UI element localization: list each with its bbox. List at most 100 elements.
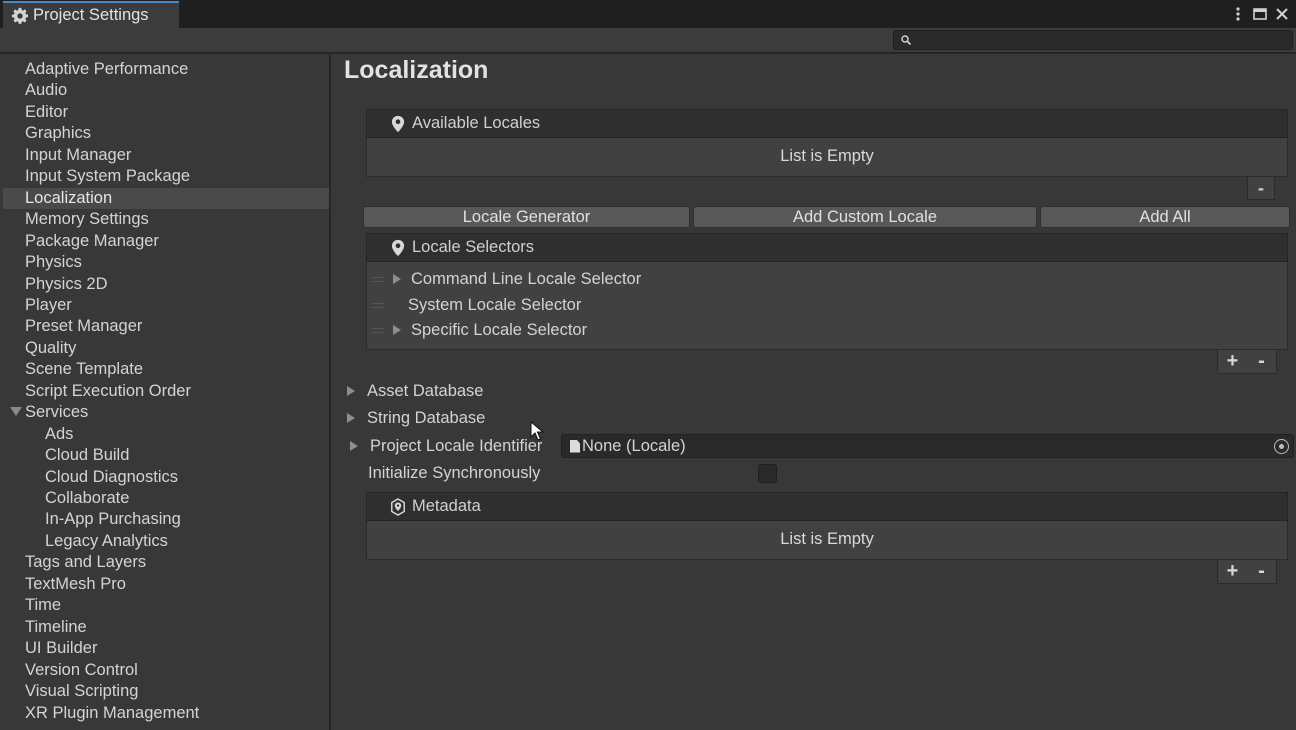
mouse-cursor-icon	[530, 421, 544, 441]
search-input[interactable]	[893, 30, 1293, 50]
sidebar-item-audio[interactable]: Audio	[3, 80, 329, 101]
sidebar-item-package-manager[interactable]: Package Manager	[3, 231, 329, 252]
sidebar-item-editor[interactable]: Editor	[3, 102, 329, 123]
sidebar-item-label: Cloud Build	[45, 446, 130, 465]
settings-sidebar: Adaptive Performance Audio Editor Graphics I…	[0, 54, 330, 730]
project-locale-identifier-foldout[interactable]: Project Locale Identifier	[350, 434, 542, 458]
minus-icon: -	[1258, 177, 1264, 198]
sidebar-item-services[interactable]: Services	[3, 402, 329, 423]
locale-selectors-footer: + -	[1217, 350, 1277, 374]
sidebar-item-ads[interactable]: Ads	[3, 424, 329, 445]
locale-generator-button[interactable]: Locale Generator	[363, 206, 690, 228]
page-title: Localization	[344, 56, 489, 84]
list-item[interactable]: Specific Locale Selector	[367, 318, 1287, 342]
sidebar-item-physics-2d[interactable]: Physics 2D	[3, 274, 329, 295]
sidebar-item-memory-settings[interactable]: Memory Settings	[3, 209, 329, 230]
selector-label: System Locale Selector	[408, 295, 582, 314]
sidebar-item-label: Services	[25, 403, 89, 422]
metadata-tag-icon	[391, 497, 405, 516]
sidebar-item-label: Input System Package	[25, 167, 191, 186]
sidebar-item-label: TextMesh Pro	[25, 574, 126, 593]
metadata-header: Metadata	[366, 492, 1288, 521]
remove-metadata-button[interactable]: -	[1247, 560, 1276, 583]
tab-project-settings[interactable]: Project Settings	[3, 1, 179, 28]
sidebar-item-label: Legacy Analytics	[45, 531, 168, 550]
locale-selectors-label: Locale Selectors	[412, 238, 534, 256]
sidebar-item-time[interactable]: Time	[3, 595, 329, 616]
search-icon	[901, 35, 912, 46]
initialize-synchronously-checkbox[interactable]	[758, 464, 777, 483]
location-pin-icon	[391, 115, 405, 132]
sidebar-item-physics[interactable]: Physics	[3, 252, 329, 273]
location-pin-icon	[391, 239, 405, 256]
expand-arrow-icon	[347, 386, 355, 396]
sidebar-item-player[interactable]: Player	[3, 295, 329, 316]
maximize-icon[interactable]	[1252, 5, 1268, 23]
sidebar-item-in-app-purchasing[interactable]: In-App Purchasing	[3, 509, 329, 530]
expand-arrow-icon[interactable]	[10, 407, 22, 417]
sidebar-item-label: Player	[25, 295, 72, 314]
window-controls	[1230, 3, 1290, 25]
add-metadata-button[interactable]: +	[1218, 560, 1247, 583]
sidebar-item-ui-builder[interactable]: UI Builder	[3, 638, 329, 659]
gear-icon	[11, 7, 29, 24]
sidebar-item-label: Tags and Layers	[25, 553, 147, 572]
expand-arrow-icon[interactable]	[393, 274, 401, 284]
sidebar-item-collaborate[interactable]: Collaborate	[3, 488, 329, 509]
sidebar-item-label: XR Plugin Management	[25, 703, 200, 722]
metadata-footer: + -	[1217, 560, 1277, 584]
remove-locale-button[interactable]: -	[1247, 177, 1275, 200]
sidebar-item-label: Time	[25, 596, 62, 615]
metadata-list: List is Empty	[366, 521, 1288, 560]
sidebar-item-input-manager[interactable]: Input Manager	[3, 145, 329, 166]
sidebar-item-preset-manager[interactable]: Preset Manager	[3, 316, 329, 337]
asset-database-foldout[interactable]: Asset Database	[347, 379, 483, 403]
sidebar-item-xr-plugin-management[interactable]: XR Plugin Management	[3, 703, 329, 724]
add-selector-button[interactable]: +	[1218, 350, 1247, 373]
sidebar-item-tags-and-layers[interactable]: Tags and Layers	[3, 552, 329, 573]
drag-handle-icon[interactable]	[372, 277, 384, 282]
project-locale-identifier-field[interactable]: None (Locale)	[561, 434, 1294, 458]
sidebar-item-cloud-diagnostics[interactable]: Cloud Diagnostics	[3, 467, 329, 488]
tab-title: Project Settings	[33, 6, 149, 24]
sidebar-item-label: Physics 2D	[25, 274, 108, 293]
list-item[interactable]: Command Line Locale Selector	[367, 267, 1287, 291]
sidebar-item-quality[interactable]: Quality	[3, 338, 329, 359]
sidebar-item-label: Collaborate	[45, 489, 130, 507]
empty-list-text: List is Empty	[780, 147, 874, 165]
add-custom-locale-button[interactable]: Add Custom Locale	[693, 206, 1037, 228]
sidebar-item-visual-scripting[interactable]: Visual Scripting	[3, 681, 329, 702]
sidebar-item-label: Graphics	[25, 124, 92, 143]
metadata-label: Metadata	[412, 497, 481, 515]
drag-handle-icon[interactable]	[372, 303, 384, 308]
drag-handle-icon[interactable]	[372, 328, 384, 333]
sidebar-item-script-execution-order[interactable]: Script Execution Order	[3, 381, 329, 402]
project-locale-identifier-value: None (Locale)	[582, 436, 686, 455]
sidebar-item-cloud-build[interactable]: Cloud Build	[3, 445, 329, 466]
sidebar-item-legacy-analytics[interactable]: Legacy Analytics	[3, 531, 329, 552]
add-all-button[interactable]: Add All	[1040, 206, 1290, 228]
object-picker-icon[interactable]	[1274, 439, 1289, 454]
sidebar-item-timeline[interactable]: Timeline	[3, 617, 329, 638]
sidebar-item-input-system-package[interactable]: Input System Package	[3, 166, 329, 187]
list-item[interactable]: System Locale Selector	[367, 293, 1287, 317]
expand-arrow-icon[interactable]	[393, 325, 401, 335]
sidebar-item-adaptive-performance[interactable]: Adaptive Performance	[3, 59, 329, 80]
asset-database-label: Asset Database	[367, 381, 484, 400]
sidebar-item-label: Physics	[25, 253, 82, 272]
sidebar-item-label: Visual Scripting	[25, 682, 139, 701]
available-locales-list: List is Empty	[366, 138, 1288, 177]
expand-arrow-icon	[350, 441, 358, 451]
selector-label: Command Line Locale Selector	[411, 269, 642, 288]
sidebar-item-graphics[interactable]: Graphics	[3, 123, 329, 144]
string-database-foldout[interactable]: String Database	[347, 406, 485, 430]
initialize-synchronously-row: Initialize Synchronously	[368, 461, 540, 485]
sidebar-item-version-control[interactable]: Version Control	[3, 660, 329, 681]
sidebar-item-localization[interactable]: Localization	[3, 187, 329, 209]
remove-selector-button[interactable]: -	[1247, 350, 1276, 373]
more-icon[interactable]	[1230, 5, 1246, 23]
sidebar-item-textmesh-pro[interactable]: TextMesh Pro	[3, 574, 329, 595]
sidebar-item-scene-template[interactable]: Scene Template	[3, 359, 329, 380]
close-icon[interactable]	[1274, 5, 1290, 23]
sidebar-item-label: Editor	[25, 102, 69, 121]
